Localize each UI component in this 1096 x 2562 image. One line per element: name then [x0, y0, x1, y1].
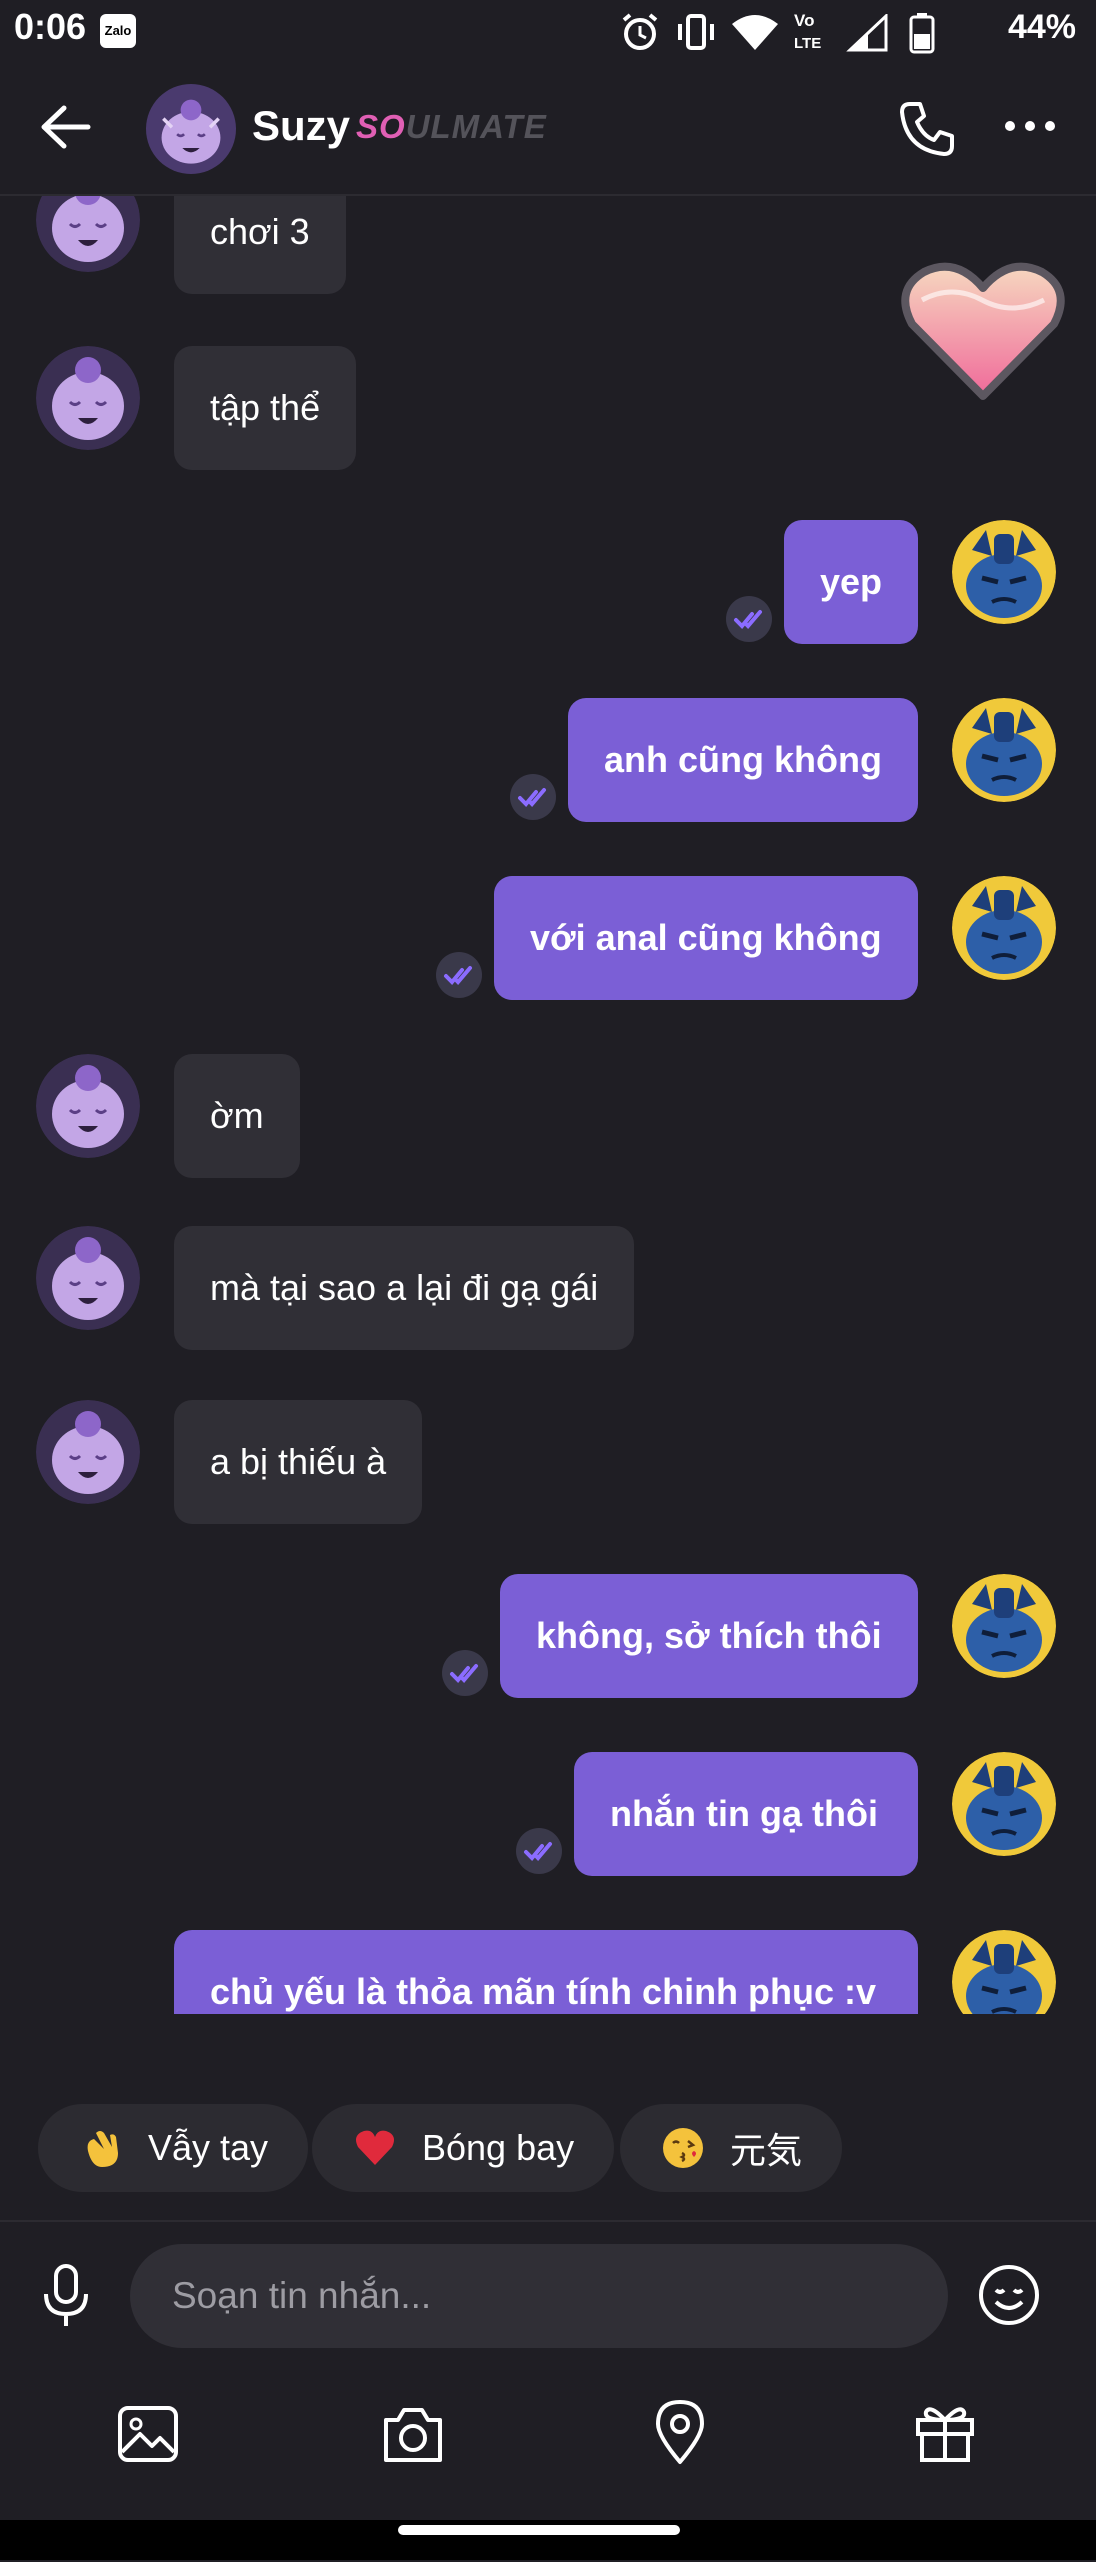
self-avatar[interactable]: [952, 698, 1056, 802]
genki-quick-reply[interactable]: 元気: [620, 2104, 843, 2192]
status-time: 0:06: [14, 6, 87, 47]
message-text: anh cũng không: [604, 739, 882, 780]
badge-suffix: ULMATE: [405, 108, 547, 145]
self-avatar[interactable]: [952, 1930, 1056, 2014]
read-receipt-icon: [516, 1828, 562, 1874]
soulmate-badge: SOULMATE: [356, 108, 547, 146]
svg-text:Vo: Vo: [794, 11, 814, 30]
gift-icon[interactable]: [912, 2400, 978, 2464]
message-text: tập thể: [210, 387, 321, 428]
message-text: chủ yếu là thỏa mãn tính chinh phục :v: [210, 1971, 877, 2012]
more-options-icon[interactable]: [1002, 118, 1058, 134]
status-bar: 0:06 Zalo Vo LTE 44%: [0, 0, 1096, 62]
self-avatar[interactable]: [952, 876, 1056, 980]
kissing-face-icon: [663, 2128, 703, 2168]
self-avatar[interactable]: [952, 1574, 1056, 1678]
heart-sticker-icon[interactable]: [898, 260, 1068, 402]
outgoing-message[interactable]: với anal cũng không: [494, 876, 918, 1000]
signal-icon: [846, 14, 888, 52]
read-receipt-icon: [436, 952, 482, 998]
red-heart-icon: [356, 2130, 394, 2165]
message-text: nhắn tin gạ thôi: [610, 1793, 878, 1834]
incoming-avatar[interactable]: [36, 1400, 140, 1504]
alarm-icon: [622, 13, 658, 50]
waving-hand-icon: [87, 2131, 118, 2167]
microphone-icon[interactable]: [40, 2262, 92, 2332]
balloon-quick-reply[interactable]: Bóng bay: [312, 2104, 615, 2192]
incoming-avatar[interactable]: [36, 1226, 140, 1330]
badge-prefix: SO: [356, 108, 406, 145]
message-text: a bị thiếu à: [210, 1441, 387, 1482]
contact-name[interactable]: Suzy: [252, 102, 350, 150]
vibrate-icon: [678, 14, 714, 50]
read-receipt-icon: [726, 596, 772, 642]
battery-icon: [909, 13, 935, 54]
emoji-icon[interactable]: [976, 2262, 1042, 2328]
incoming-message[interactable]: ờm: [174, 1054, 300, 1178]
outgoing-message[interactable]: yep: [784, 520, 918, 644]
incoming-avatar[interactable]: [36, 1054, 140, 1158]
wave-quick-reply[interactable]: Vẫy tay: [38, 2104, 309, 2192]
message-input[interactable]: [130, 2244, 948, 2348]
self-avatar[interactable]: [952, 520, 1056, 624]
message-text: ờm: [210, 1095, 264, 1136]
outgoing-message[interactable]: chủ yếu là thỏa mãn tính chinh phục :v: [174, 1930, 918, 2014]
message-text: yep: [820, 561, 883, 602]
chat-header: Suzy SOULMATE: [0, 62, 1096, 196]
battery-percent: 44%: [1007, 8, 1076, 46]
outgoing-message[interactable]: không, sở thích thôi: [500, 1574, 918, 1698]
message-text: chơi 3: [210, 211, 310, 252]
message-text: không, sở thích thôi: [536, 1615, 882, 1656]
chip-label: 元気: [730, 2130, 803, 2171]
camera-icon[interactable]: [380, 2406, 446, 2464]
incoming-avatar[interactable]: [36, 196, 140, 272]
incoming-message[interactable]: mà tại sao a lại đi gạ gái: [174, 1226, 635, 1350]
chip-label: Vẫy tay: [148, 2127, 269, 2168]
read-receipt-icon: [510, 774, 556, 820]
contact-avatar[interactable]: [146, 84, 236, 174]
message-text: với anal cũng không: [530, 917, 882, 958]
back-arrow-icon[interactable]: [38, 102, 94, 152]
chip-label: Bóng bay: [422, 2127, 575, 2168]
outgoing-message[interactable]: anh cũng không: [568, 698, 918, 822]
wifi-icon: [732, 15, 778, 50]
message-list[interactable]: chơi 3 tập thể yep anh cũng không với an…: [0, 196, 1096, 2014]
incoming-message[interactable]: a bị thiếu à: [174, 1400, 423, 1524]
incoming-message[interactable]: tập thể: [174, 346, 357, 470]
read-receipt-icon: [442, 1650, 488, 1696]
volte-icon: Vo LTE: [794, 11, 821, 52]
location-pin-icon[interactable]: [652, 2398, 708, 2466]
home-indicator[interactable]: [398, 2525, 680, 2535]
phone-call-icon[interactable]: [896, 98, 956, 158]
self-avatar[interactable]: [952, 1752, 1056, 1856]
zalo-notification-icon: Zalo: [100, 14, 136, 48]
incoming-avatar[interactable]: [36, 346, 140, 450]
outgoing-message[interactable]: nhắn tin gạ thôi: [574, 1752, 918, 1876]
message-text: mà tại sao a lại đi gạ gái: [210, 1267, 599, 1308]
composer-bar: [0, 2220, 1096, 2562]
svg-text:LTE: LTE: [794, 35, 821, 52]
gallery-icon[interactable]: [116, 2404, 180, 2464]
incoming-message[interactable]: chơi 3: [174, 196, 346, 294]
